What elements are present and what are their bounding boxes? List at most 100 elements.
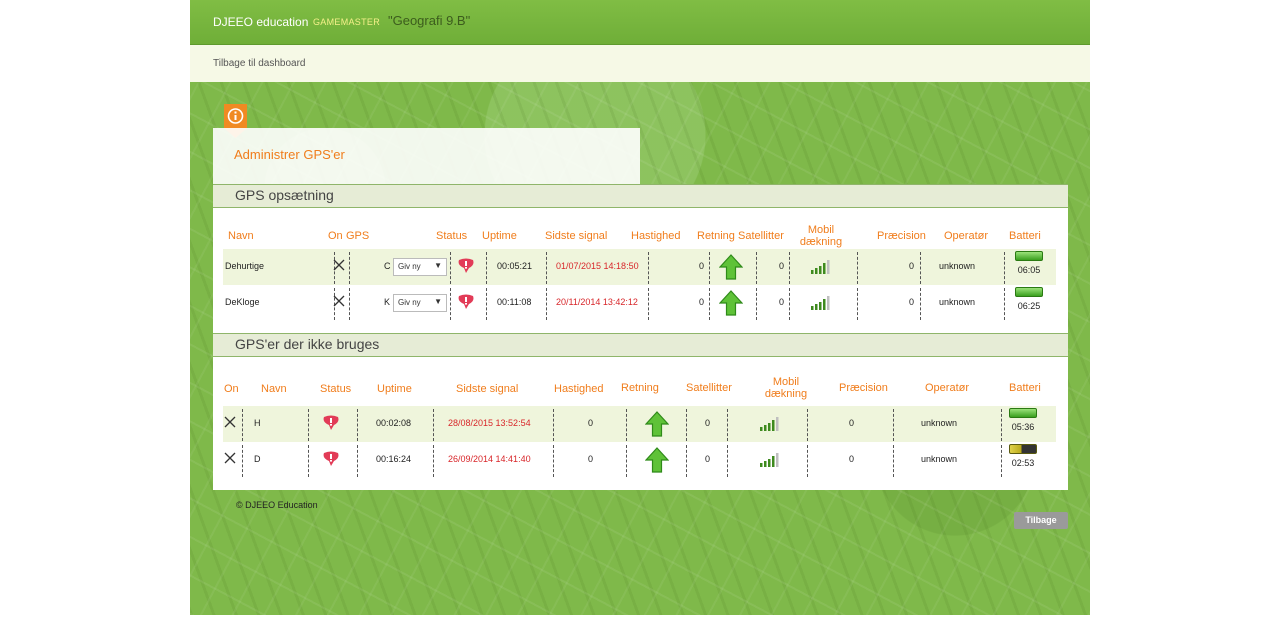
operator: unknown (939, 297, 976, 307)
col-mobil-line1: Mobil (772, 376, 800, 388)
gps-dropdown-value: Giv ny (398, 298, 421, 307)
col-uptime: Uptime (377, 383, 412, 395)
gps-dropdown[interactable]: Giv ny ▼ (393, 258, 447, 276)
operator: unknown (921, 418, 958, 428)
direction-arrow-icon (645, 411, 669, 437)
col-on: On (224, 383, 239, 395)
operator: unknown (939, 261, 976, 271)
status-alert-icon (323, 415, 339, 430)
gps-unused-panel: GPS'er der ikke bruges On Navn Status Up… (213, 332, 1068, 490)
operator: unknown (921, 454, 958, 464)
satellites: 0 (705, 454, 711, 464)
remove-x-icon[interactable] (224, 416, 236, 428)
signal-bars-icon (811, 260, 830, 274)
col-gps: GPS (346, 230, 370, 242)
uptime: 00:02:08 (376, 418, 412, 428)
remove-x-icon[interactable] (224, 452, 236, 464)
battery-bar (1009, 408, 1037, 418)
class-title: "Geografi 9.B" (388, 13, 471, 28)
battery-time: 06:25 (1017, 301, 1041, 311)
chevron-down-icon: ▼ (434, 297, 442, 306)
brand-name[interactable]: DJEEO education (213, 15, 308, 29)
gps-dropdown-value: Giv ny (398, 262, 421, 271)
col-praecision: Præcision (877, 230, 926, 242)
signal-bars-icon (760, 417, 779, 431)
last-signal: 26/09/2014 14:41:40 (448, 454, 531, 464)
gps-dropdown[interactable]: Giv ny ▼ (393, 294, 447, 312)
battery-icon: 06:05 (1015, 251, 1043, 275)
battery-icon: 02:53 (1009, 444, 1037, 468)
last-signal: 28/08/2015 13:52:54 (448, 418, 531, 428)
gps-setup-panel: GPS opsætning Navn On GPS Status Uptime … (213, 184, 1068, 332)
remove-x-icon[interactable] (333, 295, 345, 307)
gps-letter: K (384, 297, 391, 307)
precision: 0 (909, 297, 915, 307)
col-mobil-line2: dækning (799, 236, 843, 248)
last-signal: 20/11/2014 13:42:12 (556, 297, 638, 307)
col-sidste-signal: Sidste signal (545, 230, 608, 242)
page-title: Administrer GPS'er (234, 147, 345, 162)
battery-time: 05:36 (1011, 422, 1035, 432)
battery-time: 02:53 (1011, 458, 1035, 468)
role-label: GAMEMASTER (313, 17, 381, 27)
uptime: 00:16:24 (376, 454, 412, 464)
col-mobil-line1: Mobil (807, 224, 835, 236)
gps-navn: DeKloge (225, 297, 260, 307)
top-header: DJEEO education GAMEMASTER "Geografi 9.B… (190, 0, 1090, 45)
col-mobil: Mobil dækning (798, 224, 844, 248)
speed: 0 (588, 454, 594, 464)
col-on: On (328, 230, 343, 242)
remove-x-icon[interactable] (333, 259, 345, 271)
speed: 0 (588, 418, 594, 428)
speed: 0 (699, 261, 705, 271)
tilbage-button[interactable]: Tilbage (1014, 512, 1068, 529)
col-status: Status (320, 383, 352, 395)
col-retning: Retning (621, 382, 659, 394)
uptime: 00:11:08 (497, 297, 532, 307)
app-window: DJEEO education GAMEMASTER "Geografi 9.B… (190, 0, 1090, 615)
satellites: 0 (705, 418, 711, 428)
direction-arrow-icon (719, 290, 743, 316)
back-to-dashboard-link[interactable]: Tilbage til dashboard (213, 58, 305, 69)
col-mobil: Mobil dækning (763, 376, 809, 400)
battery-icon: 05:36 (1009, 408, 1037, 432)
col-navn: Navn (261, 383, 287, 395)
status-alert-icon (458, 258, 474, 273)
precision: 0 (849, 454, 855, 464)
precision: 0 (849, 418, 855, 428)
title-card: Administrer GPS'er (213, 128, 640, 184)
direction-arrow-icon (645, 447, 669, 473)
table-row[interactable]: H 00:02:08 28/08/2015 13:52:54 0 0 0 unk… (223, 406, 1056, 442)
gps-setup-title: GPS opsætning (235, 187, 334, 203)
gps-unused-header: GPS'er der ikke bruges (213, 333, 1068, 357)
table-row[interactable]: DeKloge K Giv ny ▼ 00:11:08 20/11/2014 13… (223, 285, 1056, 321)
col-praecision: Præcision (839, 382, 888, 394)
col-operator: Operatør (925, 382, 970, 394)
direction-arrow-icon (719, 254, 743, 280)
battery-icon: 06:25 (1015, 287, 1043, 311)
status-alert-icon (458, 294, 474, 309)
speed: 0 (699, 297, 705, 307)
gps-letter: C (384, 261, 391, 271)
battery-bar (1015, 287, 1043, 297)
col-satellitter: Satellitter (738, 230, 784, 242)
signal-bars-icon (760, 453, 779, 467)
signal-bars-icon (811, 296, 830, 310)
gps-navn: H (254, 418, 261, 428)
chevron-down-icon: ▼ (434, 261, 442, 270)
satellites: 0 (779, 297, 785, 307)
col-navn: Navn (228, 230, 254, 242)
battery-bar (1015, 251, 1043, 261)
col-status: Status (436, 230, 468, 242)
table-row[interactable]: Dehurtige C Giv ny ▼ 00:05:21 01/07/2015 … (223, 249, 1056, 285)
col-batteri: Batteri (1009, 382, 1041, 394)
battery-time: 06:05 (1017, 265, 1041, 275)
col-batteri: Batteri (1009, 230, 1041, 242)
col-mobil-line2: dækning (764, 388, 808, 400)
gps-setup-header: GPS opsætning (213, 184, 1068, 208)
col-sidste-signal: Sidste signal (456, 383, 519, 395)
gps-unused-title: GPS'er der ikke bruges (235, 336, 380, 352)
status-alert-icon (323, 451, 339, 466)
sub-navigation (190, 45, 1090, 82)
table-row[interactable]: D 00:16:24 26/09/2014 14:41:40 0 0 0 unk… (223, 442, 1056, 478)
